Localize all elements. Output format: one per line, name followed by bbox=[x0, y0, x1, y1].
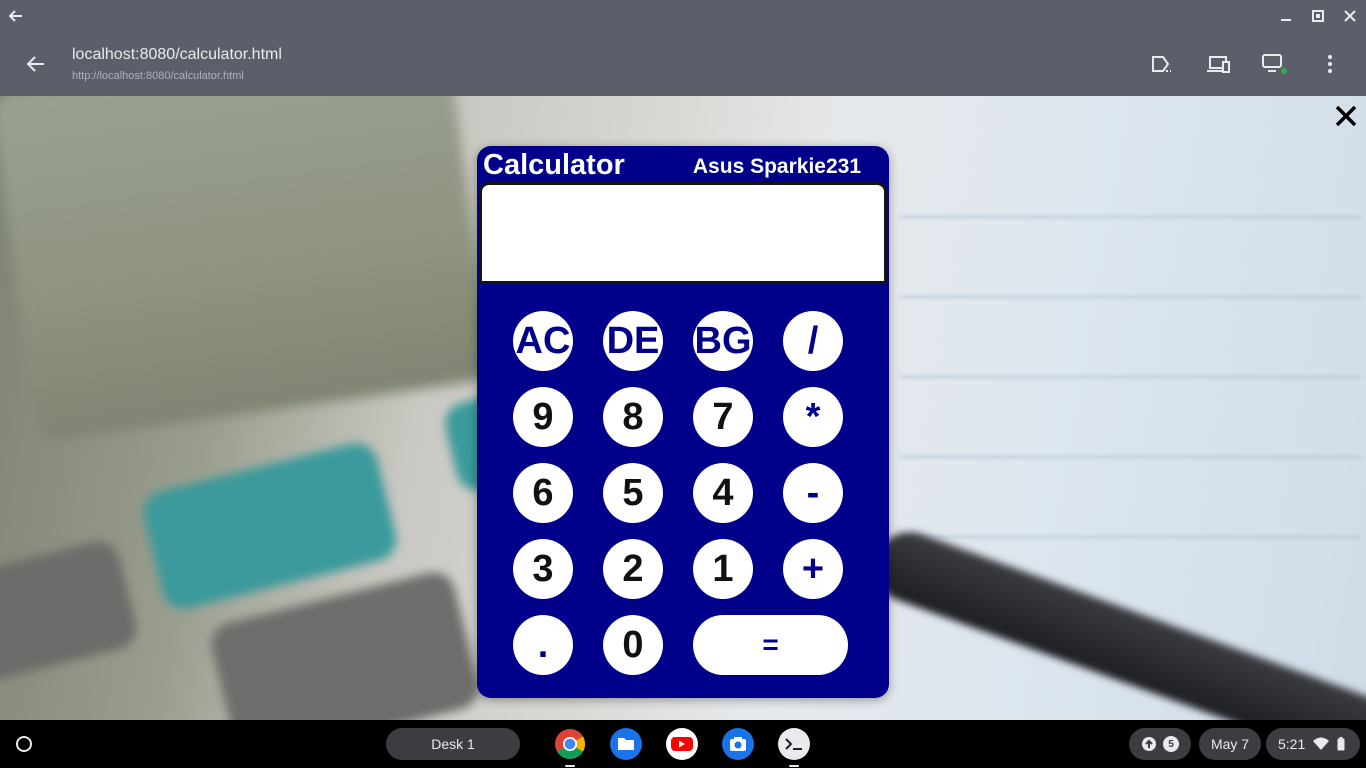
key-minus[interactable]: - bbox=[783, 463, 843, 523]
restore-icon bbox=[1312, 10, 1324, 22]
more-menu-button[interactable] bbox=[1316, 50, 1344, 78]
key-background[interactable]: BG bbox=[693, 311, 753, 371]
back-button[interactable] bbox=[22, 50, 50, 78]
terminal-icon bbox=[785, 738, 802, 750]
arrow-left-icon bbox=[9, 10, 22, 22]
key-divide[interactable]: / bbox=[783, 311, 843, 371]
key-delete[interactable]: DE bbox=[603, 311, 663, 371]
key-3[interactable]: 3 bbox=[513, 539, 573, 599]
devices-icon bbox=[1207, 56, 1230, 73]
key-9[interactable]: 9 bbox=[513, 387, 573, 447]
cast-screen-icon bbox=[1262, 54, 1287, 74]
upload-icon bbox=[1142, 737, 1156, 751]
calculator-brand: Asus Sparkie231 bbox=[692, 155, 861, 178]
shelf-app-chrome[interactable] bbox=[554, 728, 586, 767]
close-icon bbox=[1344, 10, 1356, 22]
clock: 5:21 bbox=[1278, 736, 1306, 752]
close-icon bbox=[1335, 105, 1357, 127]
running-indicator bbox=[789, 765, 799, 767]
key-8[interactable]: 8 bbox=[603, 387, 663, 447]
key-multiply[interactable]: * bbox=[783, 387, 843, 447]
key-2[interactable]: 2 bbox=[603, 539, 663, 599]
key-5[interactable]: 5 bbox=[603, 463, 663, 523]
status-tray[interactable]: 5:21 bbox=[1266, 728, 1360, 760]
key-decimal[interactable]: . bbox=[513, 615, 573, 675]
shelf-app-camera[interactable] bbox=[722, 728, 754, 760]
restore-button[interactable] bbox=[1308, 6, 1328, 26]
open-in-browser-button[interactable] bbox=[1148, 50, 1176, 78]
key-6[interactable]: 6 bbox=[513, 463, 573, 523]
notification-count: 5 bbox=[1163, 736, 1179, 752]
devices-button[interactable] bbox=[1204, 50, 1232, 78]
calculator-title: Calculator bbox=[483, 149, 625, 181]
key-0[interactable]: 0 bbox=[603, 615, 663, 675]
key-7[interactable]: 7 bbox=[693, 387, 753, 447]
open-in-browser-icon bbox=[1152, 56, 1171, 72]
running-indicator bbox=[565, 765, 575, 767]
launcher-button[interactable] bbox=[8, 728, 40, 760]
arrow-left-icon bbox=[26, 56, 44, 72]
calculator-display[interactable] bbox=[479, 182, 887, 284]
app-header: localhost:8080/calculator.html http://lo… bbox=[0, 32, 1366, 96]
shelf-app-files[interactable] bbox=[610, 728, 642, 760]
calculator: Calculator Asus Sparkie231 AC DE BG / 9 … bbox=[477, 146, 889, 698]
battery-icon bbox=[1337, 737, 1345, 751]
launcher-icon bbox=[16, 736, 32, 752]
shelf-app-youtube[interactable] bbox=[666, 728, 698, 760]
more-vert-icon bbox=[1328, 55, 1332, 73]
key-4[interactable]: 4 bbox=[693, 463, 753, 523]
key-plus[interactable]: + bbox=[783, 539, 843, 599]
notification-tray[interactable]: 5 bbox=[1129, 728, 1191, 760]
wifi-icon bbox=[1313, 737, 1330, 750]
page-url: http://localhost:8080/calculator.html bbox=[72, 70, 244, 82]
close-overlay-button[interactable] bbox=[1332, 102, 1360, 130]
desk-button[interactable]: Desk 1 bbox=[386, 728, 520, 760]
shelf-app-terminal[interactable] bbox=[778, 728, 810, 767]
minimize-icon bbox=[1281, 19, 1291, 21]
cast-button[interactable] bbox=[1260, 50, 1288, 78]
files-icon bbox=[610, 728, 642, 760]
window-back-button[interactable] bbox=[6, 6, 26, 26]
date-tray[interactable]: May 7 bbox=[1199, 728, 1261, 760]
key-all-clear[interactable]: AC bbox=[513, 311, 573, 371]
camera-icon bbox=[722, 728, 754, 760]
shelf: Desk 1 5 May 7 5:21 bbox=[0, 720, 1366, 768]
key-1[interactable]: 1 bbox=[693, 539, 753, 599]
window-close-button[interactable] bbox=[1340, 6, 1360, 26]
chrome-icon bbox=[555, 729, 586, 760]
key-equals[interactable]: = bbox=[693, 615, 848, 675]
page-title: localhost:8080/calculator.html bbox=[72, 46, 282, 63]
youtube-icon bbox=[666, 728, 698, 760]
window-titlebar bbox=[0, 0, 1366, 32]
minimize-button[interactable] bbox=[1276, 6, 1296, 26]
